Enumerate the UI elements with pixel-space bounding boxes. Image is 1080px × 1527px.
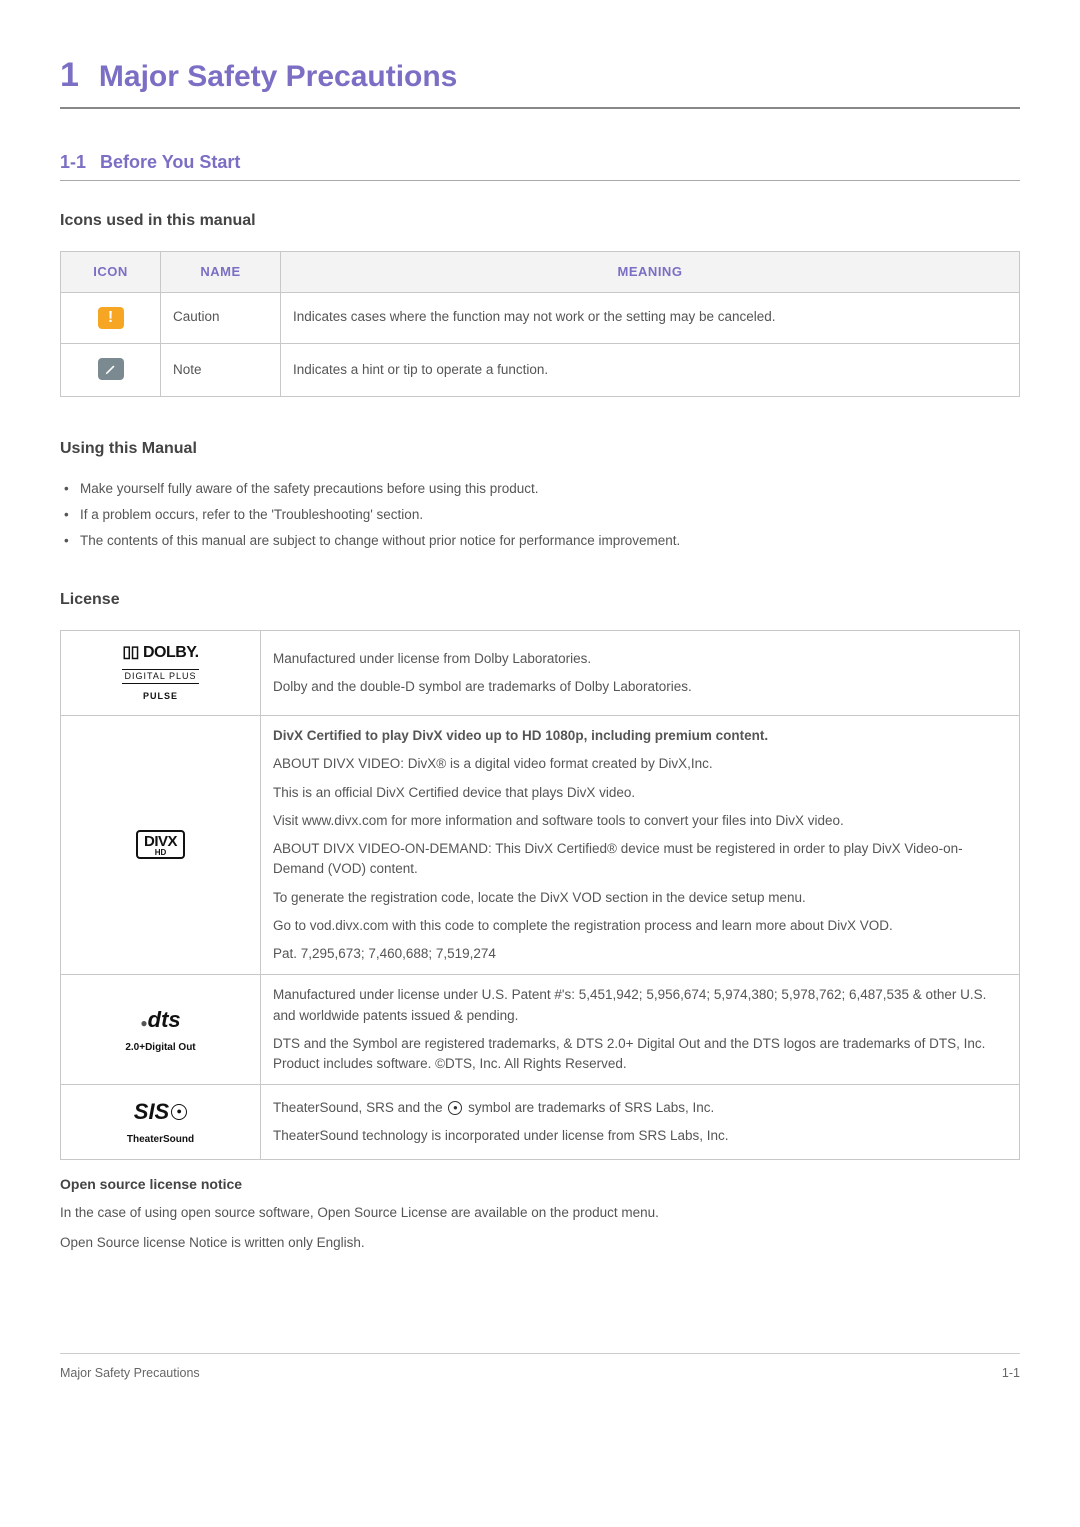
icons-section: Icons used in this manual ICON NAME MEAN… bbox=[60, 209, 1020, 397]
dolby-logo-text: DOLBY. bbox=[143, 644, 199, 661]
col-meaning: MEANING bbox=[281, 252, 1020, 293]
paragraph: DTS and the Symbol are registered tradem… bbox=[273, 1034, 1007, 1075]
dts-logo-cell: ●dts 2.0+Digital Out bbox=[61, 975, 261, 1085]
dts-content: Manufactured under license under U.S. Pa… bbox=[261, 975, 1020, 1085]
page-footer: Major Safety Precautions 1-1 bbox=[60, 1353, 1020, 1383]
paragraph: Visit www.divx.com for more information … bbox=[273, 811, 1007, 831]
note-icon bbox=[98, 358, 124, 380]
dolby-pulse-text: PULSE bbox=[143, 691, 178, 701]
license-section: License ▯▯ DOLBY. DIGITAL PLUS PULSE Man… bbox=[60, 588, 1020, 1254]
divx-logo: DIVX HD bbox=[136, 830, 185, 859]
paragraph: TheaterSound, SRS and the ● symbol are t… bbox=[273, 1098, 1007, 1118]
open-source-heading: Open source license notice bbox=[60, 1174, 1020, 1195]
section-title: Before You Start bbox=[100, 149, 240, 176]
divx-sub-text: HD bbox=[144, 849, 177, 857]
table-row: ! Caution Indicates cases where the func… bbox=[61, 292, 1020, 343]
icon-name: Caution bbox=[161, 292, 281, 343]
section-number: 1-1 bbox=[60, 149, 86, 176]
col-icon: ICON bbox=[61, 252, 161, 293]
paragraph: ABOUT DIVX VIDEO-ON-DEMAND: This DivX Ce… bbox=[273, 839, 1007, 880]
dolby-logo: ▯▯ DOLBY. DIGITAL PLUS PULSE bbox=[73, 641, 248, 706]
table-row: ●dts 2.0+Digital Out Manufactured under … bbox=[61, 975, 1020, 1085]
footer-left: Major Safety Precautions bbox=[60, 1364, 200, 1383]
text-fragment: symbol are trademarks of SRS Labs, Inc. bbox=[468, 1100, 714, 1115]
paragraph: Go to vod.divx.com with this code to com… bbox=[273, 916, 1007, 936]
icons-table: ICON NAME MEANING ! Caution Indicates ca… bbox=[60, 251, 1020, 397]
section-heading: 1-1 Before You Start bbox=[60, 149, 1020, 181]
srs-logo-text: SIS bbox=[134, 1095, 169, 1128]
dolby-content: Manufactured under license from Dolby La… bbox=[261, 630, 1020, 716]
table-row: DIVX HD DivX Certified to play DivX vide… bbox=[61, 716, 1020, 975]
srs-sub-text: TheaterSound bbox=[127, 1134, 194, 1145]
srs-symbol-icon: ● bbox=[448, 1101, 462, 1115]
paragraph: Manufactured under license from Dolby La… bbox=[273, 649, 1007, 669]
chapter-number: 1 bbox=[60, 50, 79, 101]
chapter-heading: 1 Major Safety Precautions bbox=[60, 50, 1020, 109]
paragraph: TheaterSound technology is incorporated … bbox=[273, 1126, 1007, 1146]
icon-cell bbox=[61, 343, 161, 396]
footer-right: 1-1 bbox=[1002, 1364, 1020, 1383]
icon-meaning: Indicates a hint or tip to operate a fun… bbox=[281, 343, 1020, 396]
paragraph: To generate the registration code, locat… bbox=[273, 888, 1007, 908]
paragraph: Dolby and the double-D symbol are tradem… bbox=[273, 677, 1007, 697]
srs-logo-cell: SIS● TheaterSound bbox=[61, 1085, 261, 1159]
list-item: If a problem occurs, refer to the 'Troub… bbox=[60, 505, 1020, 525]
paragraph: DivX Certified to play DivX video up to … bbox=[273, 726, 1007, 746]
license-table: ▯▯ DOLBY. DIGITAL PLUS PULSE Manufacture… bbox=[60, 630, 1020, 1160]
table-row: Note Indicates a hint or tip to operate … bbox=[61, 343, 1020, 396]
caution-icon: ! bbox=[98, 307, 124, 329]
using-manual-list: Make yourself fully aware of the safety … bbox=[60, 479, 1020, 552]
using-manual-section: Using this Manual Make yourself fully aw… bbox=[60, 437, 1020, 552]
list-item: The contents of this manual are subject … bbox=[60, 531, 1020, 551]
chapter-title: Major Safety Precautions bbox=[99, 54, 457, 99]
paragraph: Manufactured under license under U.S. Pa… bbox=[273, 985, 1007, 1026]
license-heading: License bbox=[60, 588, 1020, 612]
using-manual-heading: Using this Manual bbox=[60, 437, 1020, 461]
srs-circle-icon: ● bbox=[171, 1104, 187, 1120]
paragraph: ABOUT DIVX VIDEO: DivX® is a digital vid… bbox=[273, 754, 1007, 774]
icons-heading: Icons used in this manual bbox=[60, 209, 1020, 233]
icon-meaning: Indicates cases where the function may n… bbox=[281, 292, 1020, 343]
table-row: SIS● TheaterSound TheaterSound, SRS and … bbox=[61, 1085, 1020, 1159]
icon-name: Note bbox=[161, 343, 281, 396]
text-fragment: TheaterSound, SRS and the bbox=[273, 1100, 446, 1115]
dts-sub-text: 2.0+Digital Out bbox=[125, 1042, 195, 1053]
srs-logo: SIS● TheaterSound bbox=[73, 1095, 248, 1148]
divx-content: DivX Certified to play DivX video up to … bbox=[261, 716, 1020, 975]
divx-logo-cell: DIVX HD bbox=[61, 716, 261, 975]
list-item: Make yourself fully aware of the safety … bbox=[60, 479, 1020, 499]
col-name: NAME bbox=[161, 252, 281, 293]
icon-cell: ! bbox=[61, 292, 161, 343]
divx-logo-text: DIVX bbox=[144, 833, 177, 850]
paragraph: In the case of using open source softwar… bbox=[60, 1203, 1020, 1223]
paragraph: Open Source license Notice is written on… bbox=[60, 1233, 1020, 1253]
paragraph: This is an official DivX Certified devic… bbox=[273, 783, 1007, 803]
srs-content: TheaterSound, SRS and the ● symbol are t… bbox=[261, 1085, 1020, 1159]
dts-logo-text: dts bbox=[148, 1007, 181, 1032]
dts-logo: ●dts 2.0+Digital Out bbox=[73, 1003, 248, 1056]
paragraph: Pat. 7,295,673; 7,460,688; 7,519,274 bbox=[273, 944, 1007, 964]
dolby-logo-cell: ▯▯ DOLBY. DIGITAL PLUS PULSE bbox=[61, 630, 261, 716]
dolby-sub-text: DIGITAL PLUS bbox=[122, 669, 198, 685]
table-row: ▯▯ DOLBY. DIGITAL PLUS PULSE Manufacture… bbox=[61, 630, 1020, 716]
